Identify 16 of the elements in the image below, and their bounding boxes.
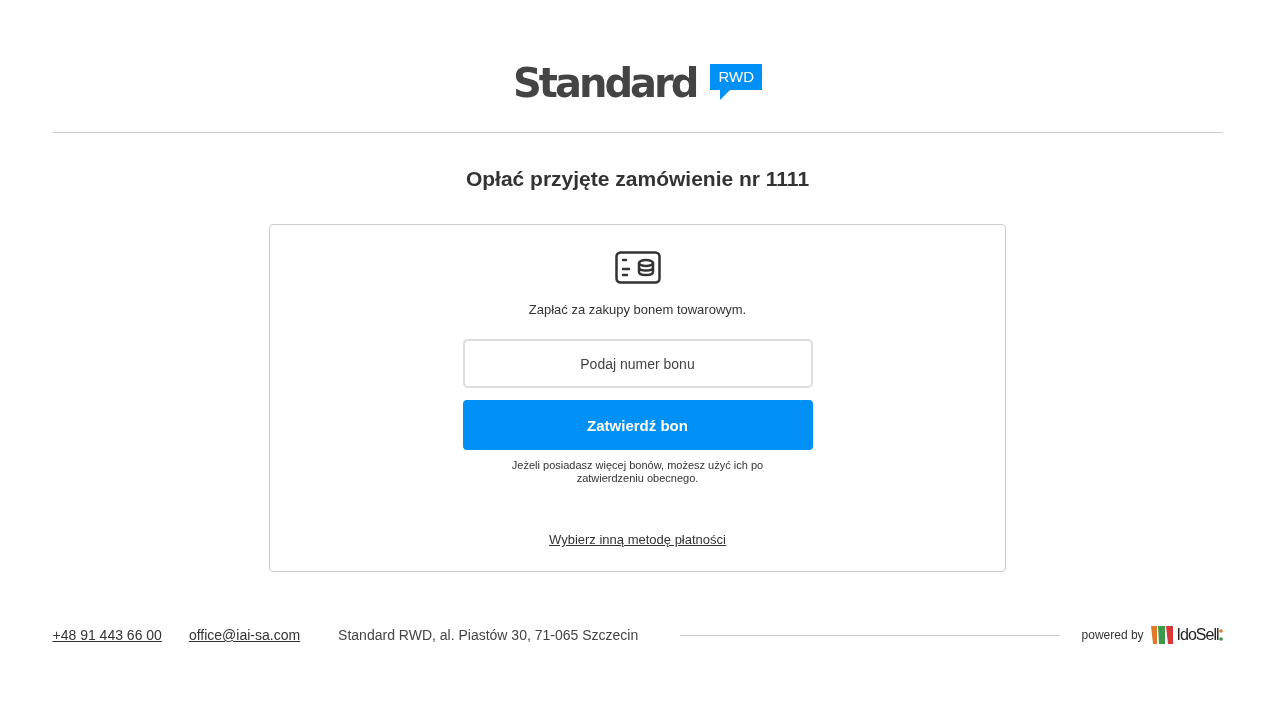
- speech-tail-icon: [720, 90, 731, 100]
- logo-badge: RWD: [710, 64, 762, 90]
- email-link[interactable]: office@iai-sa.com: [188, 627, 301, 643]
- address-text: Standard RWD, al. Piastów 30, 71-065 Szczecin: [338, 627, 639, 643]
- voucher-card-icon: [614, 251, 661, 284]
- colon-mark-icon: [1218, 628, 1223, 642]
- powered-by-text: powered by: [1081, 628, 1144, 642]
- logo-text: Standard: [513, 59, 697, 108]
- other-payment-method-link[interactable]: Wybierz inną metodę płatności: [549, 532, 726, 547]
- voucher-note: Jeżeli posiadasz więcej bonów, możesz użyć ich po zatwierdzeniu obecnego.: [510, 459, 765, 485]
- phone-link[interactable]: +48 91 443 66 00: [52, 627, 162, 643]
- voucher-number-field[interactable]: Podaj numer bonu: [462, 339, 813, 388]
- brand-name: IdoSell: [1176, 626, 1219, 644]
- page-title: Opłać przyjęte zamówienie nr 1111: [465, 166, 810, 192]
- voucher-description: Zapłać za zakupy bonem towarowym.: [528, 302, 747, 317]
- brand-logo-icon: [1149, 624, 1174, 646]
